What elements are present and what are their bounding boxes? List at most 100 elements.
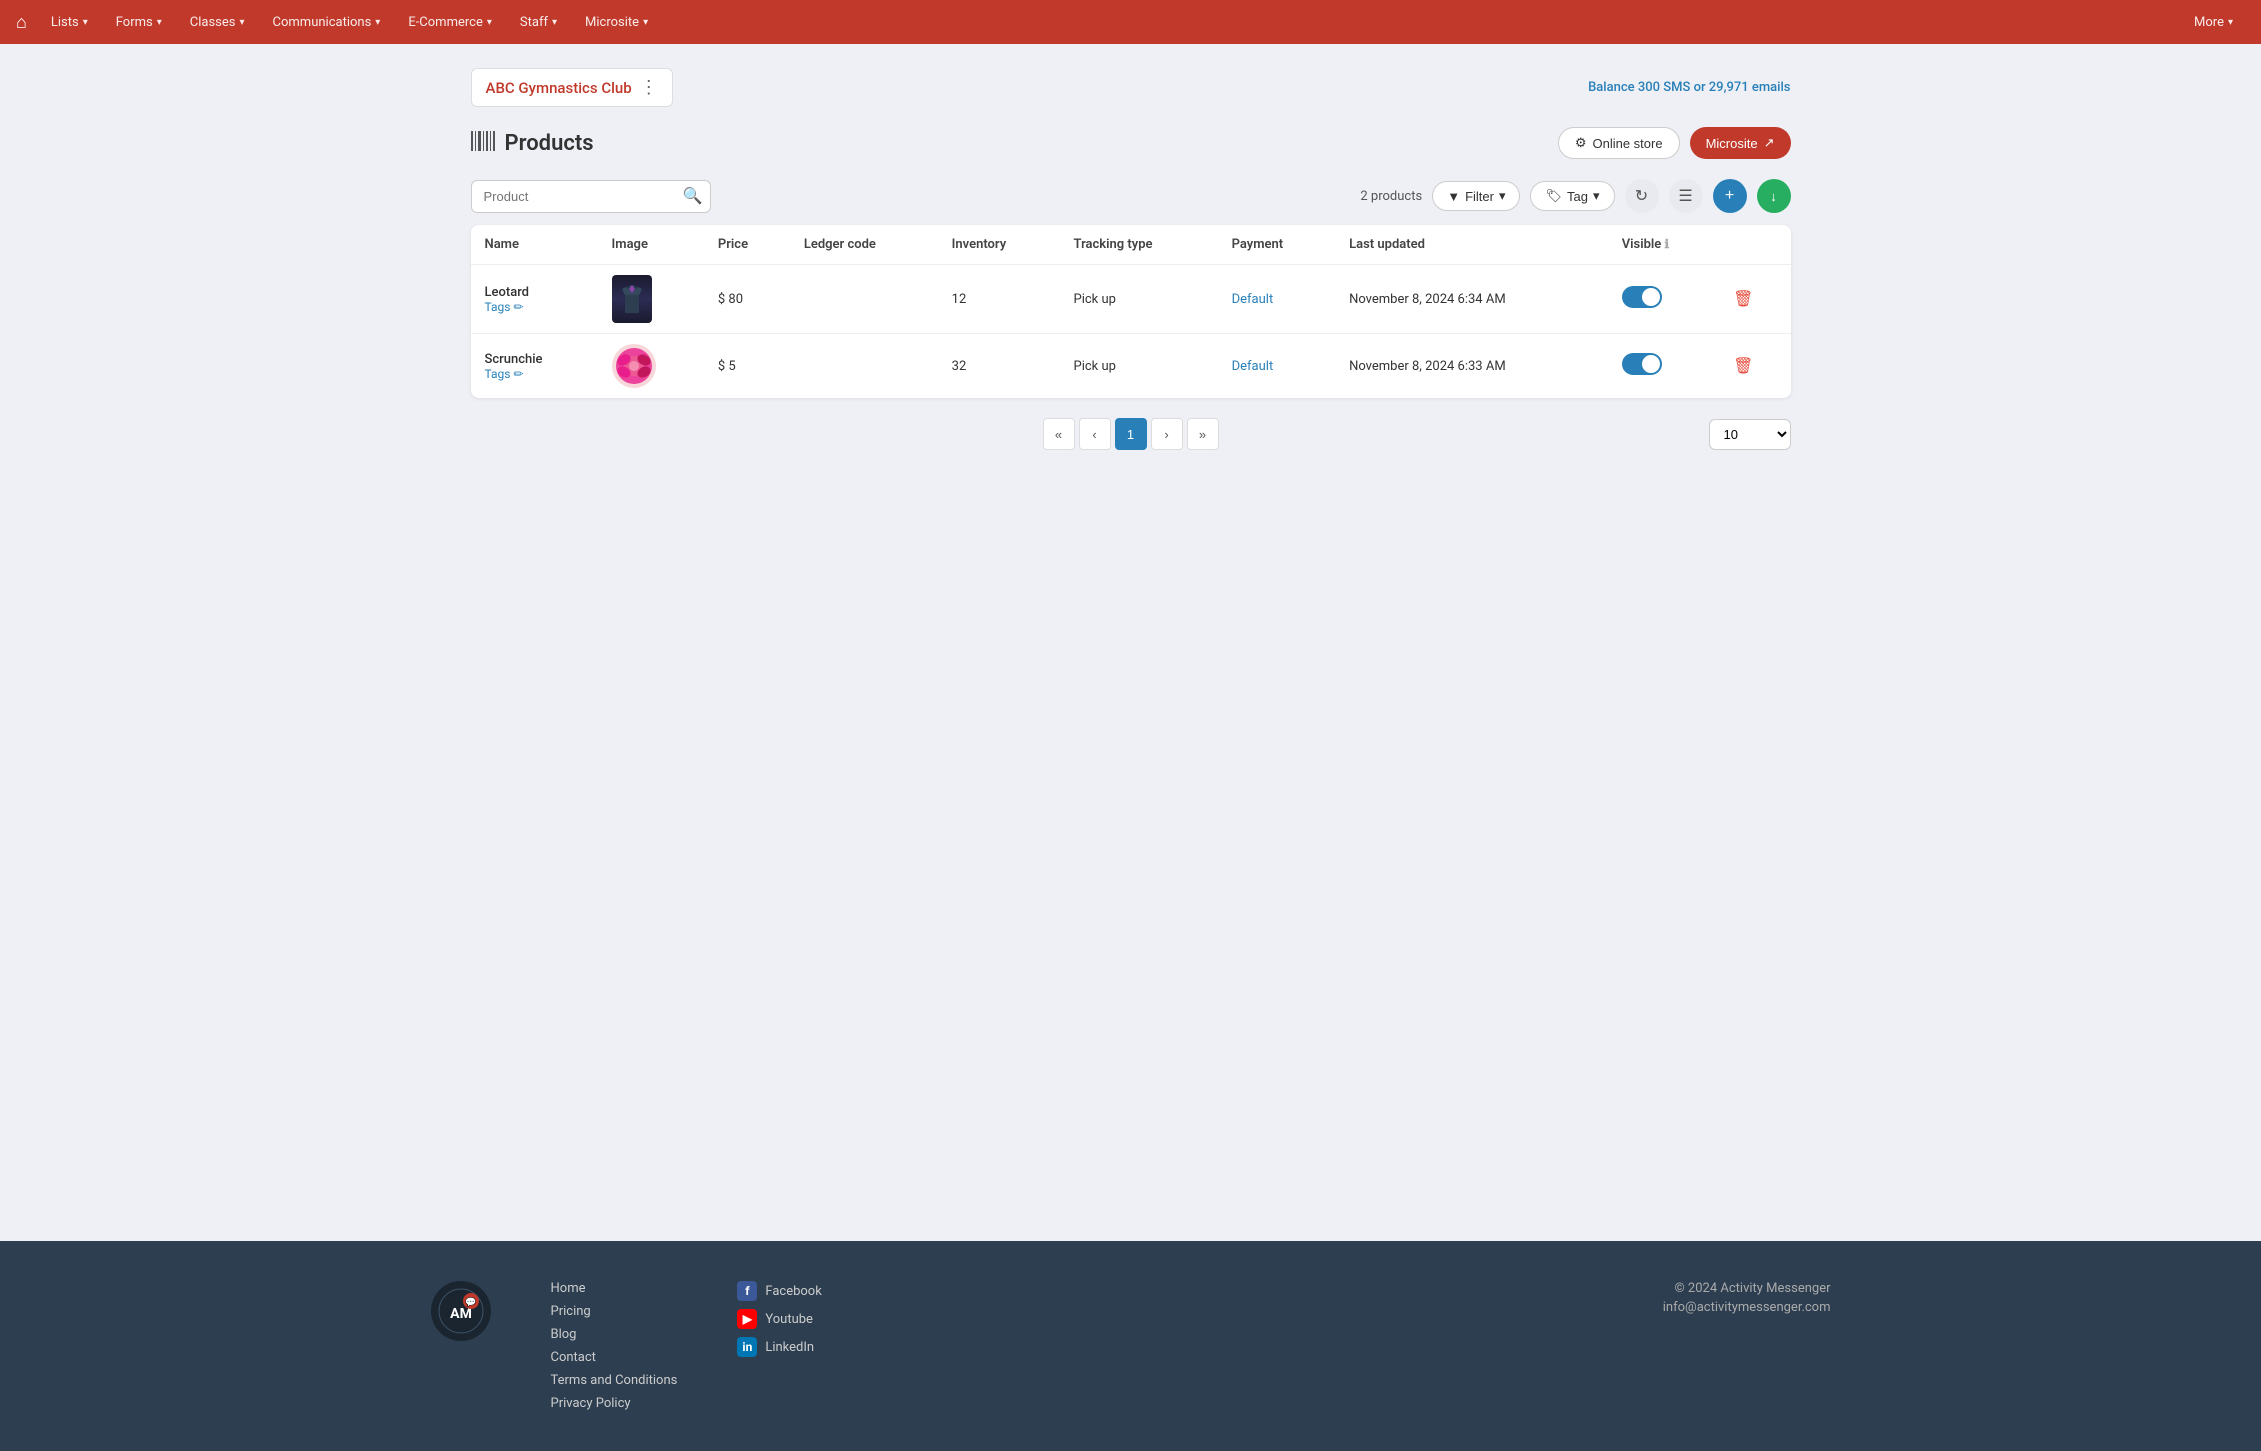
toolbar-right: 2 products ▼ Filter ▾ 🏷 Tag ▾ ↻ ☰ + ↓ — [1360, 179, 1790, 213]
row1-delete-button[interactable]: 🗑 — [1733, 289, 1753, 309]
refresh-button[interactable]: ↻ — [1625, 179, 1659, 213]
products-table: Name Image Price Ledger code Inventory T… — [471, 225, 1791, 398]
row1-name: Leotard Tags ✏ — [471, 265, 598, 334]
nav-item-communications[interactable]: Communications ▾ — [261, 9, 393, 36]
row2-visible — [1608, 334, 1719, 399]
navigation: ⌂ Lists ▾ Forms ▾ Classes ▾ Communicatio… — [0, 0, 2261, 44]
row1-tags[interactable]: Tags ✏ — [485, 300, 584, 314]
toolbar: 🔍 2 products ▼ Filter ▾ 🏷 Tag ▾ ↻ ☰ + — [471, 179, 1791, 213]
edit-icon: ✏ — [513, 300, 523, 314]
footer-logo: AM 💬 — [431, 1281, 491, 1341]
facebook-icon: f — [737, 1281, 757, 1301]
footer-copyright: © 2024 Activity Messenger info@activitym… — [1663, 1281, 1831, 1319]
org-options-icon[interactable]: ⋮ — [640, 77, 658, 98]
page-title: Products — [471, 131, 594, 156]
export-button[interactable]: ↓ — [1757, 179, 1791, 213]
nav-item-classes[interactable]: Classes ▾ — [178, 9, 257, 36]
barcode-icon — [471, 131, 495, 156]
row2-last-updated: November 8, 2024 6:33 AM — [1335, 334, 1608, 399]
footer-link-home[interactable]: Home — [551, 1281, 678, 1296]
nav-item-microsite[interactable]: Microsite ▾ — [573, 9, 660, 36]
pagination: « ‹ 1 › » 10 25 50 100 — [471, 418, 1791, 450]
footer-social-facebook[interactable]: f Facebook — [737, 1281, 821, 1301]
search-button[interactable]: 🔍 — [683, 186, 703, 206]
balance-info: Balance 300 SMS or 29,971 emails — [1588, 80, 1790, 95]
add-icon: + — [1725, 187, 1734, 205]
pagination-prev[interactable]: ‹ — [1079, 418, 1111, 450]
tag-arrow-icon: ▾ — [1593, 188, 1600, 204]
table-row: Scrunchie Tags ✏ — [471, 334, 1791, 399]
export-icon: ↓ — [1770, 189, 1777, 204]
col-price: Price — [704, 225, 790, 265]
footer-link-terms[interactable]: Terms and Conditions — [551, 1373, 678, 1388]
footer-social-linkedin[interactable]: in LinkedIn — [737, 1337, 821, 1357]
tag-button[interactable]: 🏷 Tag ▾ — [1530, 181, 1614, 211]
org-name: ABC Gymnastics Club — [486, 79, 632, 97]
row1-visible-toggle[interactable] — [1622, 286, 1662, 308]
settings-icon: ⚙ — [1575, 135, 1587, 151]
header-row: ABC Gymnastics Club ⋮ Balance 300 SMS or… — [471, 68, 1791, 107]
row2-price: $ 5 — [704, 334, 790, 399]
col-visible: Visible ℹ — [1608, 225, 1719, 265]
page-actions: ⚙ Online store Microsite ↗ — [1558, 127, 1791, 159]
filter-button[interactable]: ▼ Filter ▾ — [1432, 181, 1520, 211]
col-name: Name — [471, 225, 598, 265]
row2-name: Scrunchie Tags ✏ — [471, 334, 598, 399]
footer-link-blog[interactable]: Blog — [551, 1327, 678, 1342]
online-store-button[interactable]: ⚙ Online store — [1558, 127, 1680, 159]
row2-delete-button[interactable]: 🗑 — [1733, 356, 1753, 376]
row1-ledger — [790, 265, 938, 334]
row1-inventory: 12 — [938, 265, 1060, 334]
nav-item-lists[interactable]: Lists ▾ — [39, 9, 100, 36]
footer: AM 💬 Home Pricing Blog Contact Terms and… — [0, 1241, 2261, 1451]
row2-tags[interactable]: Tags ✏ — [485, 367, 584, 381]
table-row: Leotard Tags ✏ — [471, 265, 1791, 334]
pagination-first[interactable]: « — [1043, 418, 1075, 450]
tag-icon: 🏷 — [1545, 188, 1562, 204]
row2-tracking: Pick up — [1060, 334, 1218, 399]
menu-icon: ☰ — [1678, 186, 1692, 206]
nav-item-forms[interactable]: Forms ▾ — [104, 9, 174, 36]
balance-email: 29,971 emails — [1709, 80, 1791, 95]
row2-visible-toggle[interactable] — [1622, 353, 1662, 375]
row2-delete: 🗑 — [1719, 334, 1790, 399]
linkedin-icon: in — [737, 1337, 757, 1357]
footer-logo-area: AM 💬 — [431, 1281, 491, 1341]
footer-social-youtube[interactable]: ▶ Youtube — [737, 1309, 821, 1329]
row1-last-updated: November 8, 2024 6:34 AM — [1335, 265, 1608, 334]
add-button[interactable]: + — [1713, 179, 1747, 213]
menu-button[interactable]: ☰ — [1669, 179, 1703, 213]
row2-inventory: 32 — [938, 334, 1060, 399]
nav-item-staff[interactable]: Staff ▾ — [508, 9, 569, 36]
microsite-button[interactable]: Microsite ↗ — [1690, 127, 1791, 159]
search-input[interactable] — [471, 180, 711, 213]
home-icon[interactable]: ⌂ — [16, 12, 27, 33]
footer-link-pricing[interactable]: Pricing — [551, 1304, 678, 1319]
pagination-next[interactable]: › — [1151, 418, 1183, 450]
filter-arrow-icon: ▾ — [1499, 188, 1506, 204]
nav-item-ecommerce[interactable]: E-Commerce ▾ — [396, 9, 504, 36]
nav-item-more[interactable]: More ▾ — [2182, 9, 2245, 36]
col-tracking: Tracking type — [1060, 225, 1218, 265]
footer-links: Home Pricing Blog Contact Terms and Cond… — [551, 1281, 678, 1411]
youtube-icon: ▶ — [737, 1309, 757, 1329]
row2-payment: Default — [1218, 334, 1335, 399]
footer-link-contact[interactable]: Contact — [551, 1350, 678, 1365]
row1-image — [598, 265, 704, 334]
row2-image — [598, 334, 704, 399]
search-wrapper: 🔍 — [471, 180, 711, 213]
row1-visible — [1608, 265, 1719, 334]
row1-tracking: Pick up — [1060, 265, 1218, 334]
col-ledger: Ledger code — [790, 225, 938, 265]
row2-ledger — [790, 334, 938, 399]
balance-sms: 300 SMS — [1638, 80, 1691, 95]
visible-info-icon[interactable]: ℹ — [1665, 237, 1670, 251]
pagination-last[interactable]: » — [1187, 418, 1219, 450]
col-last-updated: Last updated — [1335, 225, 1608, 265]
footer-link-privacy[interactable]: Privacy Policy — [551, 1396, 678, 1411]
pagination-current[interactable]: 1 — [1115, 418, 1147, 450]
edit-icon: ✏ — [513, 367, 523, 381]
row1-payment[interactable]: Default — [1218, 265, 1335, 334]
footer-social: f Facebook ▶ Youtube in LinkedIn — [737, 1281, 821, 1357]
page-size-select[interactable]: 10 25 50 100 — [1709, 419, 1791, 450]
